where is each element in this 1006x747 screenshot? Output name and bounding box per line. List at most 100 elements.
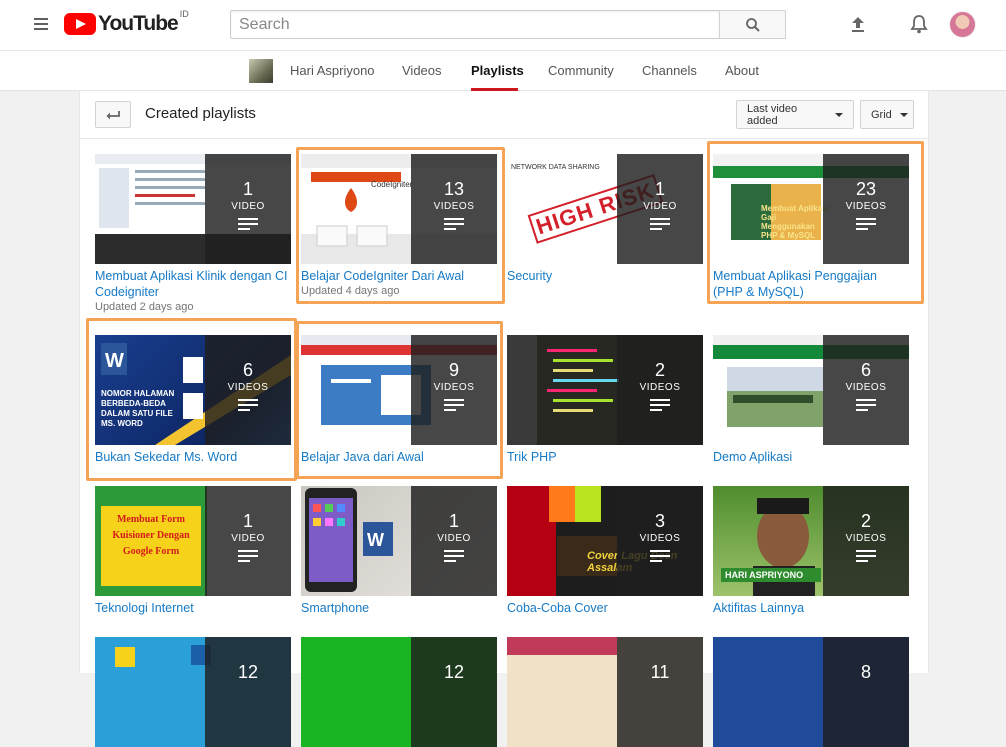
playlist-card[interactable]: W NOMOR HALAMAN BERBEDA-BEDA DALAM SATU …: [95, 335, 291, 465]
video-count: 1: [242, 179, 253, 199]
video-unit: VIDEO: [437, 533, 471, 544]
video-unit: VIDEOS: [433, 382, 475, 393]
playlist-card[interactable]: 1 VIDEO Membuat Aplikasi Klinik dengan C…: [95, 154, 291, 313]
playlist-card[interactable]: Membuat Form Kuisioner Dengan Google For…: [95, 486, 291, 616]
playlist-card[interactable]: HARI ASPRIYONO 2 VIDEOS Aktifitas Lainny…: [713, 486, 909, 616]
video-count-overlay: 6 VIDEOS: [205, 335, 291, 445]
playlist-icon: [650, 399, 670, 411]
playlist-icon: [650, 218, 670, 230]
tab-videos[interactable]: Videos: [402, 63, 442, 78]
video-unit: VIDEOS: [639, 382, 681, 393]
playlist-card[interactable]: Membuat Aplikasi Gaji Menggunakan PHP & …: [713, 154, 909, 300]
playlist-title[interactable]: Belajar CodeIgniter Dari Awal: [301, 268, 497, 284]
playlist-thumbnail[interactable]: HARI ASPRIYONO 2 VIDEOS: [713, 486, 909, 596]
notifications-button[interactable]: [907, 12, 931, 36]
playlist-title[interactable]: Demo Aplikasi: [713, 449, 909, 465]
playlist-thumbnail[interactable]: Membuat Form Kuisioner Dengan Google For…: [95, 486, 291, 596]
playlist-thumbnail[interactable]: 1 VIDEO: [95, 154, 291, 264]
playlist-icon: [444, 399, 464, 411]
playlist-card[interactable]: Cover Lagu Deen Assalam 3 VIDEOS Coba-Co…: [507, 486, 703, 616]
video-count-overlay: 11: [617, 637, 703, 747]
playlist-icon: [444, 550, 464, 562]
video-count: 9: [448, 360, 459, 380]
tab-playlists[interactable]: Playlists: [471, 63, 524, 78]
playlist-icon: [650, 550, 670, 562]
video-count-overlay: 23 VIDEOS: [823, 154, 909, 264]
playlist-card[interactable]: 2 VIDEOS Trik PHP: [507, 335, 703, 465]
account-avatar[interactable]: [949, 11, 976, 38]
tab-community[interactable]: Community: [548, 63, 614, 78]
playlist-title[interactable]: Belajar Java dari Awal: [301, 449, 497, 465]
menu-icon[interactable]: [34, 18, 48, 30]
playlist-updated: Updated 4 days ago: [301, 285, 400, 297]
playlist-title[interactable]: Trik PHP: [507, 449, 703, 465]
playlist-title[interactable]: Security: [507, 268, 703, 284]
country-code: ID: [179, 9, 189, 19]
search-icon: [745, 17, 760, 32]
playlist-card[interactable]: 12: [301, 637, 497, 747]
upload-button[interactable]: [846, 12, 870, 36]
video-count-overlay: 12: [205, 637, 291, 747]
playlist-title[interactable]: Membuat Aplikasi Klinik dengan CI Codeig…: [95, 268, 291, 300]
video-count-overlay: 1 VIDEO: [205, 154, 291, 264]
search-input[interactable]: [230, 10, 720, 39]
video-unit: VIDEOS: [845, 201, 887, 212]
video-count-overlay: 1 VIDEO: [205, 486, 291, 596]
video-count: 6: [242, 360, 253, 380]
youtube-logo[interactable]: YouTube ID: [64, 9, 189, 36]
playlist-grid: 1 VIDEO Membuat Aplikasi Klinik dengan C…: [80, 91, 930, 747]
video-count-overlay: 6 VIDEOS: [823, 335, 909, 445]
video-count-overlay: 8: [823, 637, 909, 747]
video-unit: VIDEO: [231, 533, 265, 544]
playlist-card[interactable]: 6 VIDEOS Demo Aplikasi: [713, 335, 909, 465]
playlist-thumbnail[interactable]: CodeIgniter 13 VIDEOS: [301, 154, 497, 264]
playlist-card[interactable]: 12: [95, 637, 291, 747]
search-button[interactable]: [719, 10, 786, 39]
masthead: YouTube ID: [0, 0, 1006, 50]
video-count: 1: [654, 179, 665, 199]
playlist-icon: [856, 550, 876, 562]
playlist-title[interactable]: Teknologi Internet: [95, 600, 291, 616]
playlist-title[interactable]: Smartphone: [301, 600, 497, 616]
channel-avatar[interactable]: [249, 59, 273, 83]
playlist-thumbnail[interactable]: Membuat Aplikasi Gaji Menggunakan PHP & …: [713, 154, 909, 264]
video-unit: VIDEOS: [845, 533, 887, 544]
video-count: 2: [860, 511, 871, 531]
playlist-card[interactable]: NETWORK DATA SHARING HIGH RISK 1 VIDEO S…: [507, 154, 703, 284]
upload-icon: [852, 17, 864, 32]
playlist-thumbnail[interactable]: W 1 VIDEO: [301, 486, 497, 596]
playlist-thumbnail[interactable]: 12: [301, 637, 497, 747]
playlist-thumbnail[interactable]: 8: [713, 637, 909, 747]
playlist-thumbnail[interactable]: 11: [507, 637, 703, 747]
playlist-title[interactable]: Bukan Sekedar Ms. Word: [95, 449, 291, 465]
video-count-overlay: 12: [411, 637, 497, 747]
playlist-card[interactable]: CodeIgniter 13 VIDEOS Belajar CodeIgnite…: [301, 154, 497, 297]
playlist-thumbnail[interactable]: 6 VIDEOS: [713, 335, 909, 445]
video-count: 1: [242, 511, 253, 531]
playlist-card[interactable]: 8: [713, 637, 909, 747]
tab-about[interactable]: About: [725, 63, 759, 78]
svg-text:W: W: [105, 350, 124, 372]
channel-name[interactable]: Hari Aspriyono: [290, 63, 375, 78]
playlist-title[interactable]: Membuat Aplikasi Penggajian (PHP & MySQL…: [713, 268, 909, 300]
playlist-title[interactable]: Aktifitas Lainnya: [713, 600, 909, 616]
tab-channels[interactable]: Channels: [642, 63, 697, 78]
playlist-card[interactable]: W 1 VIDEO Smartphone: [301, 486, 497, 616]
playlist-thumbnail[interactable]: 2 VIDEOS: [507, 335, 703, 445]
playlist-title[interactable]: Coba-Coba Cover: [507, 600, 703, 616]
playlist-thumbnail[interactable]: Cover Lagu Deen Assalam 3 VIDEOS: [507, 486, 703, 596]
video-count: 2: [654, 360, 665, 380]
video-count: 23: [855, 179, 877, 199]
playlist-card[interactable]: 11: [507, 637, 703, 747]
playlist-icon: [856, 218, 876, 230]
logo-text: YouTube: [98, 12, 179, 35]
playlist-updated: Updated 2 days ago: [95, 301, 194, 313]
video-count-overlay: 1 VIDEO: [617, 154, 703, 264]
playlists-panel: Created playlists Last video added Grid …: [79, 91, 930, 747]
playlist-thumbnail[interactable]: NETWORK DATA SHARING HIGH RISK 1 VIDEO: [507, 154, 703, 264]
playlist-thumbnail[interactable]: 12: [95, 637, 291, 747]
video-count-overlay: 2 VIDEOS: [823, 486, 909, 596]
playlist-card[interactable]: 9 VIDEOS Belajar Java dari Awal: [301, 335, 497, 465]
playlist-thumbnail[interactable]: 9 VIDEOS: [301, 335, 497, 445]
playlist-thumbnail[interactable]: W NOMOR HALAMAN BERBEDA-BEDA DALAM SATU …: [95, 335, 291, 445]
